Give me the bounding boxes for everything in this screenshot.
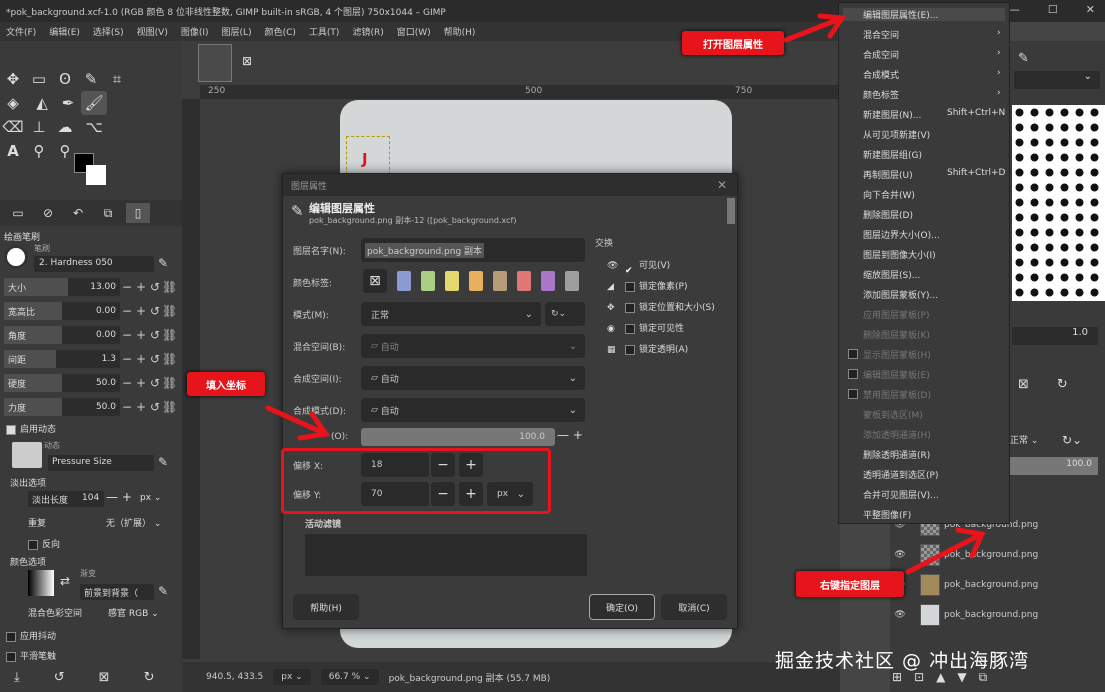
slider-label: 角度 [8,331,27,342]
slider-value: 50.0 [95,378,116,388]
watermark: 掘金技术社区 @ 冲出海豚湾 [775,650,1030,672]
slider-value: 0.00 [95,306,116,316]
slider-value: 13.00 [90,282,116,292]
slider-label: 大小 [8,283,27,294]
slider-value: 1.3 [101,354,116,364]
slider-value: 0.00 [95,330,116,340]
slider-label: 力度 [8,403,27,414]
slider-value: 50.0 [95,402,116,412]
annotation-arrows [265,13,986,575]
slider-label: 硬度 [8,379,27,390]
slider-label: 间距 [8,355,27,366]
slider-label: 宽高比 [8,307,36,318]
